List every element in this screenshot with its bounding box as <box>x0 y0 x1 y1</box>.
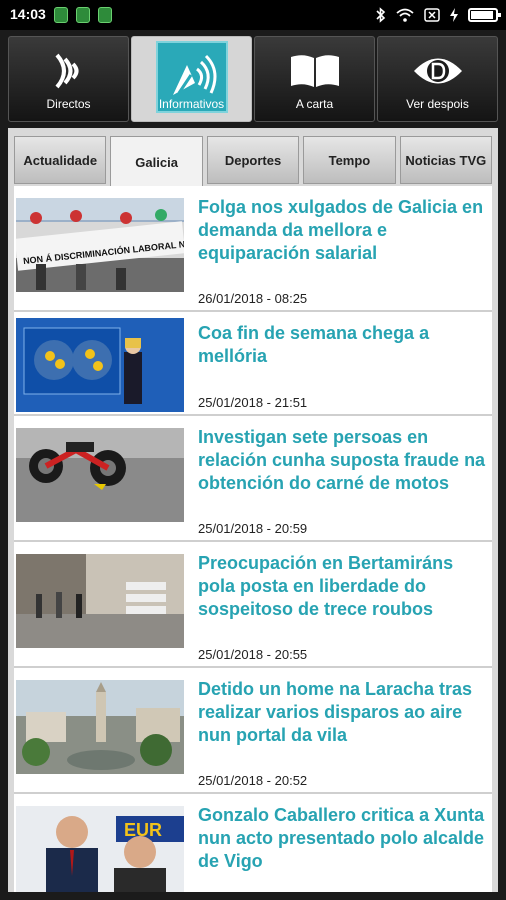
bluetooth-icon <box>376 7 386 23</box>
tab-label: A carta <box>295 97 334 111</box>
broadcast-icon <box>39 49 99 93</box>
news-thumbnail: EUR <box>16 806 184 892</box>
tab-deportes[interactable]: Deportes <box>206 136 300 184</box>
news-thumbnail <box>16 318 184 412</box>
d-eye-icon <box>408 49 468 93</box>
news-list: NON Á DISCRIMINACIÓN LABORAL NA XUSTIZA … <box>14 186 492 892</box>
status-time: 14:03 <box>10 6 46 22</box>
news-date: 25/01/2018 - 20:55 <box>198 647 308 662</box>
tab-ver-despois[interactable]: Ver despois <box>377 36 498 122</box>
news-date: 25/01/2018 - 20:59 <box>198 521 308 536</box>
news-title: Detido un home na Laracha tras realizar … <box>198 679 473 745</box>
news-title: Preocupación en Bertamiráns pola posta e… <box>198 553 454 619</box>
list-item[interactable]: EUR Gonzalo Caballero critica a Xunta nu… <box>14 794 492 892</box>
list-item[interactable]: NON Á DISCRIMINACIÓN LABORAL NA XUSTIZA … <box>14 186 492 312</box>
list-item[interactable]: Coa fin de semana chega a mellória 25/01… <box>14 312 492 416</box>
notification-app-icon <box>98 7 112 23</box>
news-title: Coa fin de semana chega a mellória <box>198 323 430 366</box>
list-item[interactable]: Detido un home na Laracha tras realizar … <box>14 668 492 794</box>
tab-label: Ver despois <box>406 97 469 111</box>
status-bar: 14:03 <box>0 0 506 30</box>
open-book-icon <box>285 49 345 93</box>
tab-label: Directos <box>46 97 91 111</box>
news-date: 25/01/2018 - 21:51 <box>198 395 308 410</box>
list-item[interactable]: Investigan sete persoas en relación cunh… <box>14 416 492 542</box>
main-tab-bar: Directos Informativos A carta Ver despoi… <box>8 36 498 122</box>
tab-label: Informativos <box>158 97 225 111</box>
tab-tempo[interactable]: Tempo <box>303 136 396 184</box>
news-thumbnail <box>16 428 184 522</box>
news-date: 25/01/2018 - 20:52 <box>198 773 308 788</box>
news-thumbnail <box>16 554 184 648</box>
tab-directos[interactable]: Directos <box>8 36 129 122</box>
notification-app-icon <box>76 7 90 23</box>
charging-icon <box>450 8 458 22</box>
category-tab-bar: Actualidade Galicia Deportes Tempo Notic… <box>14 136 493 188</box>
wifi-icon <box>396 8 414 22</box>
news-title: Investigan sete persoas en relación cunh… <box>198 427 486 493</box>
news-date: 26/01/2018 - 08:25 <box>198 291 308 306</box>
app-frame: Directos Informativos A carta Ver despoi… <box>0 30 506 900</box>
tab-galicia[interactable]: Galicia <box>110 136 203 188</box>
news-title: Gonzalo Caballero critica a Xunta nun ac… <box>198 805 485 871</box>
list-item[interactable]: Preocupación en Bertamiráns pola posta e… <box>14 542 492 668</box>
tab-noticias-tvg[interactable]: Noticias TVG <box>399 136 493 184</box>
notification-app-icon <box>54 7 68 23</box>
tab-informativos[interactable]: Informativos <box>131 36 252 122</box>
news-thumbnail: NON Á DISCRIMINACIÓN LABORAL NA XUSTIZA … <box>16 198 184 292</box>
news-title: Folga nos xulgados de Galicia en demanda… <box>198 197 484 263</box>
tab-a-carta[interactable]: A carta <box>254 36 375 122</box>
battery-icon <box>468 8 501 22</box>
news-thumbnail <box>16 680 184 774</box>
content-panel: Actualidade Galicia Deportes Tempo Notic… <box>8 128 498 892</box>
tab-actualidade[interactable]: Actualidade <box>14 136 107 184</box>
no-sim-icon <box>424 8 440 22</box>
